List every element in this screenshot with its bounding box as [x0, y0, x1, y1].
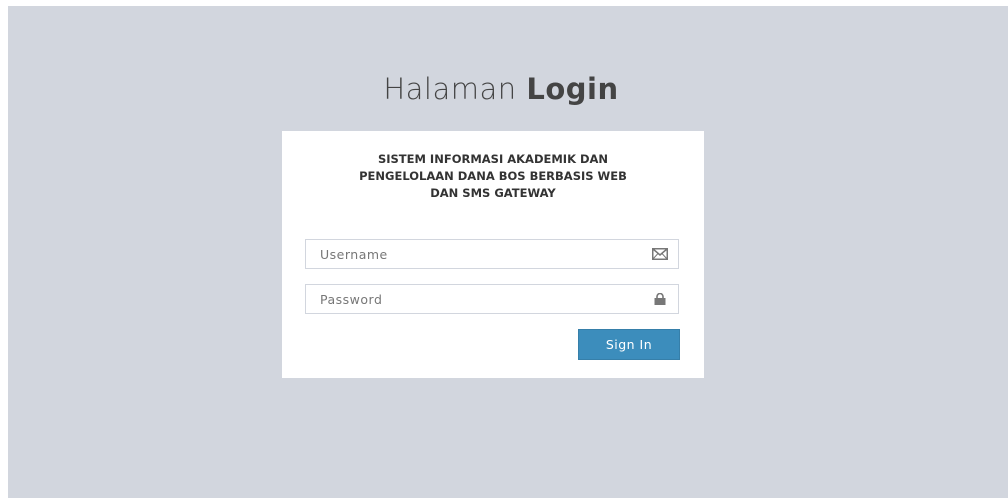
- envelope-icon: [652, 248, 668, 260]
- username-input[interactable]: [306, 240, 650, 268]
- page-title-bold: Login: [526, 72, 619, 106]
- login-box-message: SISTEM INFORMASI AKADEMIK DAN PENGELOLAA…: [282, 151, 704, 202]
- lock-icon: [654, 293, 666, 305]
- page-title: Halaman Login: [8, 72, 994, 106]
- password-field-group: [305, 284, 679, 314]
- login-box: SISTEM INFORMASI AKADEMIK DAN PENGELOLAA…: [282, 131, 704, 378]
- login-box-message-line: SISTEM INFORMASI AKADEMIK DAN: [377, 152, 609, 166]
- password-input[interactable]: [306, 285, 650, 313]
- login-page: Halaman Login SISTEM INFORMASI AKADEMIK …: [8, 6, 1008, 498]
- login-box-message-line: DAN SMS GATEWAY: [430, 186, 556, 200]
- page-title-light: Halaman: [383, 72, 517, 106]
- sign-in-button[interactable]: Sign In: [578, 329, 680, 360]
- username-field-group: [305, 239, 679, 269]
- login-box-message-line: PENGELOLAAN DANA BOS BERBASIS WEB: [359, 169, 627, 183]
